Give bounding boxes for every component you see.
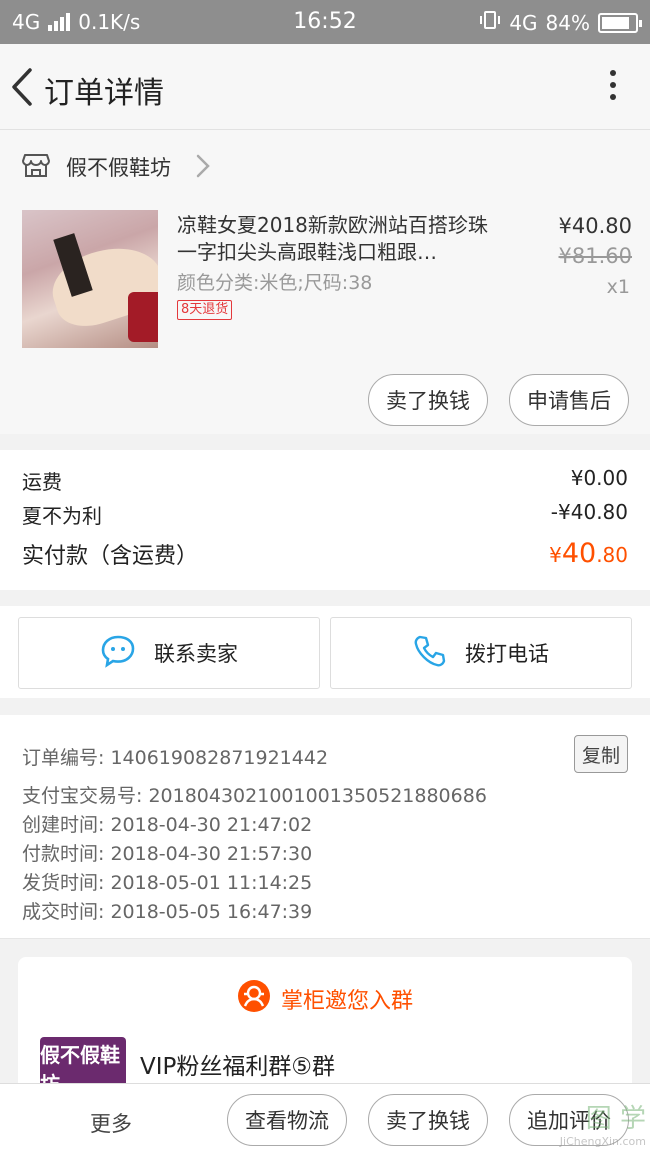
shipping-value: ¥0.00 [570,466,628,490]
battery-level [602,16,629,29]
order-item[interactable]: 凉鞋女夏2018新款欧洲站百搭珍珠一字扣尖头高跟鞋浅口粗跟… 颜色分类:米色;尺… [0,202,650,434]
status-bar: 4G 0.1K/s 16:52 4G 84% [0,0,650,44]
shipped-time: 发货时间: 2018-05-01 11:14:25 [22,872,313,894]
group-invite-label: 掌柜邀您入群 [280,989,413,1014]
alipay-number: 支付宝交易号: 2018043021001001350521880686 [22,785,487,807]
shop-row[interactable]: 假不假鞋坊 [0,130,650,202]
page-title: 订单详情 [44,76,164,111]
total-value: ¥40.80 [549,538,628,569]
order-info: 订单编号: 140619082871921442 复制 支付宝交易号: 2018… [0,715,650,939]
site-watermark: 图 学 JiChengXin.com [504,1098,646,1154]
store-icon [22,152,50,182]
shipping-row: 运费 ¥0.00 [22,466,628,495]
phone-icon [413,634,447,673]
contact-seller-label: 联系卖家 [154,642,238,666]
original-price: ¥81.60 [558,244,632,268]
nav-bar: 订单详情 [0,44,650,130]
product-name[interactable]: 凉鞋女夏2018新款欧洲站百搭珍珠一字扣尖头高跟鞋浅口粗跟… [177,212,497,266]
shopkeeper-icon [237,979,271,1019]
completed-time: 成交时间: 2018-05-05 16:47:39 [22,901,313,923]
created-time: 创建时间: 2018-04-30 21:47:02 [22,814,313,836]
product-image[interactable] [22,210,158,348]
more-options-icon[interactable] [606,68,620,108]
contact-seller-button[interactable]: 联系卖家 [18,617,320,689]
total-label: 实付款（含运费） [22,544,199,569]
group-invite-title: 掌柜邀您入群 [18,979,632,1019]
call-phone-button[interactable]: 拨打电话 [330,617,632,689]
group-name[interactable]: VIP粉丝福利群⑤群 [140,1047,335,1081]
more-link[interactable]: 更多 [90,1108,132,1138]
battery-icon [598,12,642,33]
discount-value: -¥40.80 [550,500,628,524]
total-row: 实付款（含运费） ¥40.80 [22,538,628,570]
network-label-2: 4G [509,10,538,35]
chat-bubble-icon [100,634,136,673]
group-invite-card[interactable]: 掌柜邀您入群 假不假鞋坊 VIP粉丝福利群⑤群 [18,957,632,1099]
product-sku: 颜色分类:米色;尺码:38 [177,272,373,294]
copy-button[interactable]: 复制 [574,735,628,773]
shipping-label: 运费 [22,470,62,494]
watermark-top: 图 学 [585,1104,646,1134]
fee-summary: 运费 ¥0.00 夏不为利 -¥40.80 实付款（含运费） ¥40.80 [0,450,650,590]
discount-row: 夏不为利 -¥40.80 [22,500,628,529]
watermark-url: JiChengXin.com [559,1135,646,1148]
call-phone-label: 拨打电话 [465,642,549,666]
status-right: 4G 84% [479,10,642,35]
battery-percent: 84% [545,10,590,35]
total-currency: ¥ [549,543,562,567]
total-integer: 40 [561,538,597,569]
discount-label: 夏不为利 [22,504,102,528]
total-decimal: .80 [596,543,628,567]
contact-section: 联系卖家 拨打电话 [0,606,650,698]
sell-button-bottom[interactable]: 卖了换钱 [368,1094,488,1146]
paid-time: 付款时间: 2018-04-30 21:57:30 [22,843,313,865]
return-policy-badge: 8天退货 [177,300,233,320]
shop-name[interactable]: 假不假鞋坊 [66,152,171,182]
vibrate-icon [479,10,501,35]
order-number: 订单编号: 140619082871921442 [22,747,329,769]
product-price: ¥40.80 [558,214,632,238]
after-sale-button[interactable]: 申请售后 [509,374,629,426]
chevron-right-icon [196,154,210,182]
view-logistics-button[interactable]: 查看物流 [227,1094,347,1146]
product-quantity: x1 [606,276,630,298]
back-arrow-icon[interactable] [8,66,38,108]
sell-button[interactable]: 卖了换钱 [368,374,488,426]
